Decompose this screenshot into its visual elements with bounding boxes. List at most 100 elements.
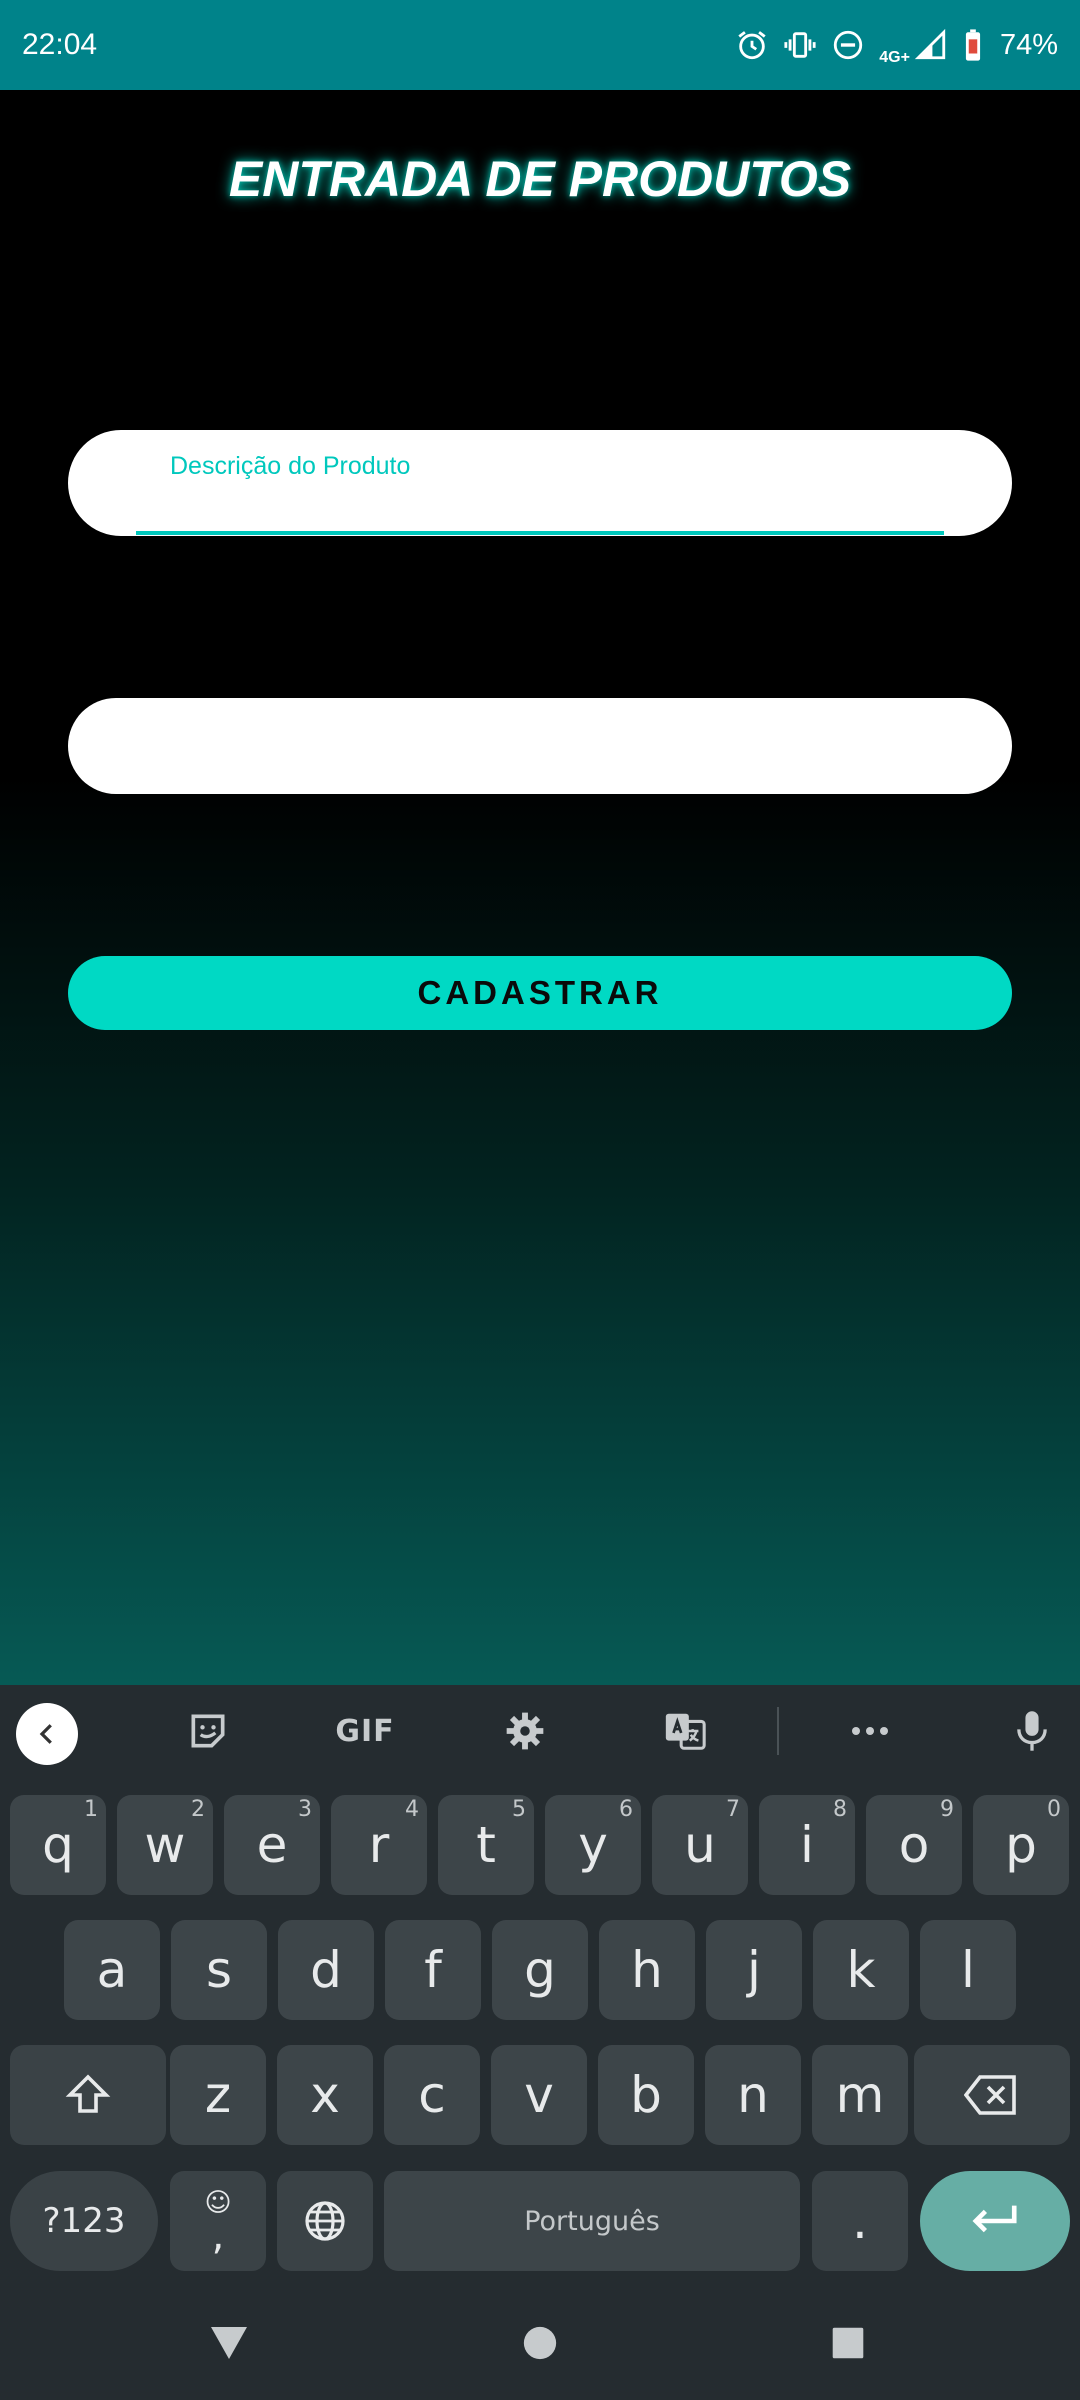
product-description-field[interactable]: Descrição do Produto bbox=[68, 430, 1012, 536]
register-button[interactable]: CADASTRAR bbox=[68, 956, 1012, 1030]
comma-label: , bbox=[211, 2213, 225, 2259]
key-hint: 2 bbox=[191, 1797, 205, 1822]
key-n[interactable]: n bbox=[705, 2045, 801, 2145]
keyboard-back-button[interactable] bbox=[16, 1703, 78, 1765]
key-c[interactable]: c bbox=[384, 2045, 480, 2145]
shift-key[interactable] bbox=[10, 2045, 166, 2145]
key-d[interactable]: d bbox=[278, 1920, 374, 2020]
key-u[interactable]: u7 bbox=[652, 1795, 748, 1895]
key-s[interactable]: s bbox=[171, 1920, 267, 2020]
key-hint: 0 bbox=[1047, 1797, 1061, 1822]
key-label: w bbox=[144, 1816, 186, 1874]
backspace-icon bbox=[964, 2075, 1016, 2115]
key-label: n bbox=[737, 2066, 769, 2124]
key-label: u bbox=[684, 1816, 716, 1874]
toolbar-divider bbox=[777, 1707, 779, 1755]
key-label: e bbox=[256, 1816, 288, 1874]
key-t[interactable]: t5 bbox=[438, 1795, 534, 1895]
key-l[interactable]: l bbox=[920, 1920, 1016, 2020]
comma-emoji-key[interactable]: ☺ , bbox=[170, 2171, 266, 2271]
gear-icon bbox=[506, 1712, 544, 1750]
language-key[interactable] bbox=[277, 2171, 373, 2271]
key-m[interactable]: m bbox=[812, 2045, 908, 2145]
status-bar: 22:04 4G+ 74% bbox=[0, 0, 1080, 90]
key-o[interactable]: o9 bbox=[866, 1795, 962, 1895]
navigation-bar bbox=[0, 2290, 1080, 2400]
key-hint: 3 bbox=[298, 1797, 312, 1822]
key-label: r bbox=[368, 1816, 390, 1874]
key-q[interactable]: q1 bbox=[10, 1795, 106, 1895]
keyboard-toolbar: GIF bbox=[0, 1685, 1080, 1777]
page-title: ENTRADA DE PRODUTOS bbox=[228, 151, 852, 207]
key-label: v bbox=[524, 2066, 554, 2124]
status-icons: 4G+ 74% bbox=[735, 23, 1058, 67]
gif-button[interactable]: GIF bbox=[330, 1699, 400, 1763]
key-hint: 8 bbox=[833, 1797, 847, 1822]
translate-icon bbox=[665, 1713, 706, 1750]
key-j[interactable]: j bbox=[706, 1920, 802, 2020]
key-label: p bbox=[1005, 1816, 1037, 1874]
key-f[interactable]: f bbox=[385, 1920, 481, 2020]
shift-icon bbox=[65, 2074, 111, 2113]
key-label: x bbox=[310, 2066, 340, 2124]
enter-arrow-icon bbox=[972, 2205, 1017, 2233]
key-hint: 4 bbox=[405, 1797, 419, 1822]
key-k[interactable]: k bbox=[813, 1920, 909, 2020]
key-i[interactable]: i8 bbox=[759, 1795, 855, 1895]
second-input-field[interactable] bbox=[68, 698, 1012, 794]
app-screen: ENTRADA DE PRODUTOS Descrição do Produto… bbox=[0, 90, 1080, 1685]
chevron-left-icon bbox=[39, 1724, 52, 1744]
key-label: y bbox=[578, 1816, 608, 1874]
signal-icon bbox=[914, 28, 948, 62]
alarm-icon bbox=[735, 28, 769, 62]
key-label: a bbox=[96, 1941, 128, 1999]
battery-percent: 74% bbox=[999, 28, 1058, 61]
key-p[interactable]: p0 bbox=[973, 1795, 1069, 1895]
input-underline bbox=[136, 531, 944, 535]
triangle-back-icon bbox=[211, 2327, 247, 2359]
translate-button[interactable] bbox=[655, 1699, 715, 1763]
key-w[interactable]: w2 bbox=[117, 1795, 213, 1895]
key-z[interactable]: z bbox=[170, 2045, 266, 2145]
key-label: q bbox=[42, 1816, 74, 1874]
space-key[interactable]: Português bbox=[384, 2171, 800, 2271]
key-a[interactable]: a bbox=[64, 1920, 160, 2020]
key-hint: 7 bbox=[726, 1797, 740, 1822]
more-options-button[interactable] bbox=[840, 1699, 900, 1763]
nav-back-button[interactable] bbox=[204, 2318, 254, 2368]
sticker-icon bbox=[191, 1714, 225, 1748]
key-x[interactable]: x bbox=[277, 2045, 373, 2145]
key-e[interactable]: e3 bbox=[224, 1795, 320, 1895]
key-label: b bbox=[630, 2066, 662, 2124]
key-label: t bbox=[476, 1816, 496, 1874]
key-h[interactable]: h bbox=[599, 1920, 695, 2020]
backspace-key[interactable] bbox=[914, 2045, 1070, 2145]
period-key[interactable]: . bbox=[812, 2171, 908, 2271]
globe-icon bbox=[305, 2201, 345, 2241]
status-time: 22:04 bbox=[22, 28, 98, 61]
symbols-key[interactable]: ?123 bbox=[10, 2171, 158, 2271]
key-label: i bbox=[800, 1816, 814, 1874]
key-b[interactable]: b bbox=[598, 2045, 694, 2145]
product-description-label: Descrição do Produto bbox=[170, 452, 411, 480]
key-v[interactable]: v bbox=[491, 2045, 587, 2145]
voice-input-button[interactable] bbox=[1002, 1699, 1062, 1763]
do-not-disturb-icon bbox=[831, 28, 865, 62]
nav-recents-button[interactable] bbox=[823, 2318, 873, 2368]
key-label: f bbox=[424, 1941, 442, 1999]
square-recents-icon bbox=[832, 2327, 864, 2359]
vibrate-icon bbox=[783, 28, 817, 62]
sticker-button[interactable] bbox=[178, 1699, 238, 1763]
key-hint: 9 bbox=[940, 1797, 954, 1822]
key-label: o bbox=[898, 1816, 930, 1874]
key-label: k bbox=[846, 1941, 876, 1999]
key-g[interactable]: g bbox=[492, 1920, 588, 2020]
settings-button[interactable] bbox=[495, 1699, 555, 1763]
key-label: g bbox=[524, 1941, 556, 1999]
microphone-icon bbox=[1017, 1711, 1047, 1751]
enter-key[interactable] bbox=[920, 2171, 1070, 2271]
key-label: m bbox=[835, 2066, 885, 2124]
key-r[interactable]: r4 bbox=[331, 1795, 427, 1895]
nav-home-button[interactable] bbox=[515, 2318, 565, 2368]
key-y[interactable]: y6 bbox=[545, 1795, 641, 1895]
